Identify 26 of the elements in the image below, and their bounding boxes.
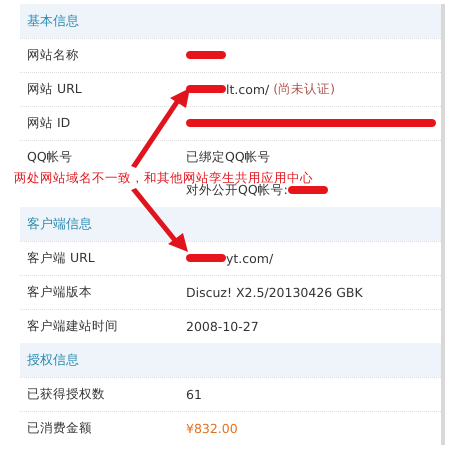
field-value: 已绑定QQ帐号 xyxy=(186,148,271,166)
redaction-mark xyxy=(186,51,226,59)
field-label: QQ帐号 xyxy=(27,148,73,166)
arrow xyxy=(131,188,188,252)
annotation-text: 两处网站域名不一致，和其他网站孪生共用应用中心 xyxy=(14,170,313,185)
amount-value: ¥832.00 xyxy=(186,420,238,436)
field-value: lt.com/ xyxy=(226,82,270,96)
section-title: 基本信息 xyxy=(27,13,79,30)
field-label: 网站名称 xyxy=(27,46,79,64)
section-title: 授权信息 xyxy=(27,352,79,369)
field-label: 客户端版本 xyxy=(27,283,92,301)
redaction-mark xyxy=(186,254,226,262)
field-label: 客户端 URL xyxy=(27,249,95,267)
field-label: 已消费金额 xyxy=(27,419,92,437)
redaction-mark xyxy=(288,186,328,194)
field-value: 61 xyxy=(186,386,202,402)
redaction-mark xyxy=(186,85,226,93)
field-value: 2008-10-27 xyxy=(186,318,259,334)
field-value: Discuz! X2.5/20130426 GBK xyxy=(186,284,363,300)
field-label: 已获得授权数 xyxy=(27,385,105,403)
field-label: 客户端建站时间 xyxy=(27,317,118,335)
section-title: 客户端信息 xyxy=(27,216,92,233)
status-text: (尚未认证) xyxy=(273,80,336,98)
field-label: 网站 ID xyxy=(27,114,70,132)
field-label: 网站 URL xyxy=(27,80,82,98)
field-value: yt.com/ xyxy=(226,250,274,266)
